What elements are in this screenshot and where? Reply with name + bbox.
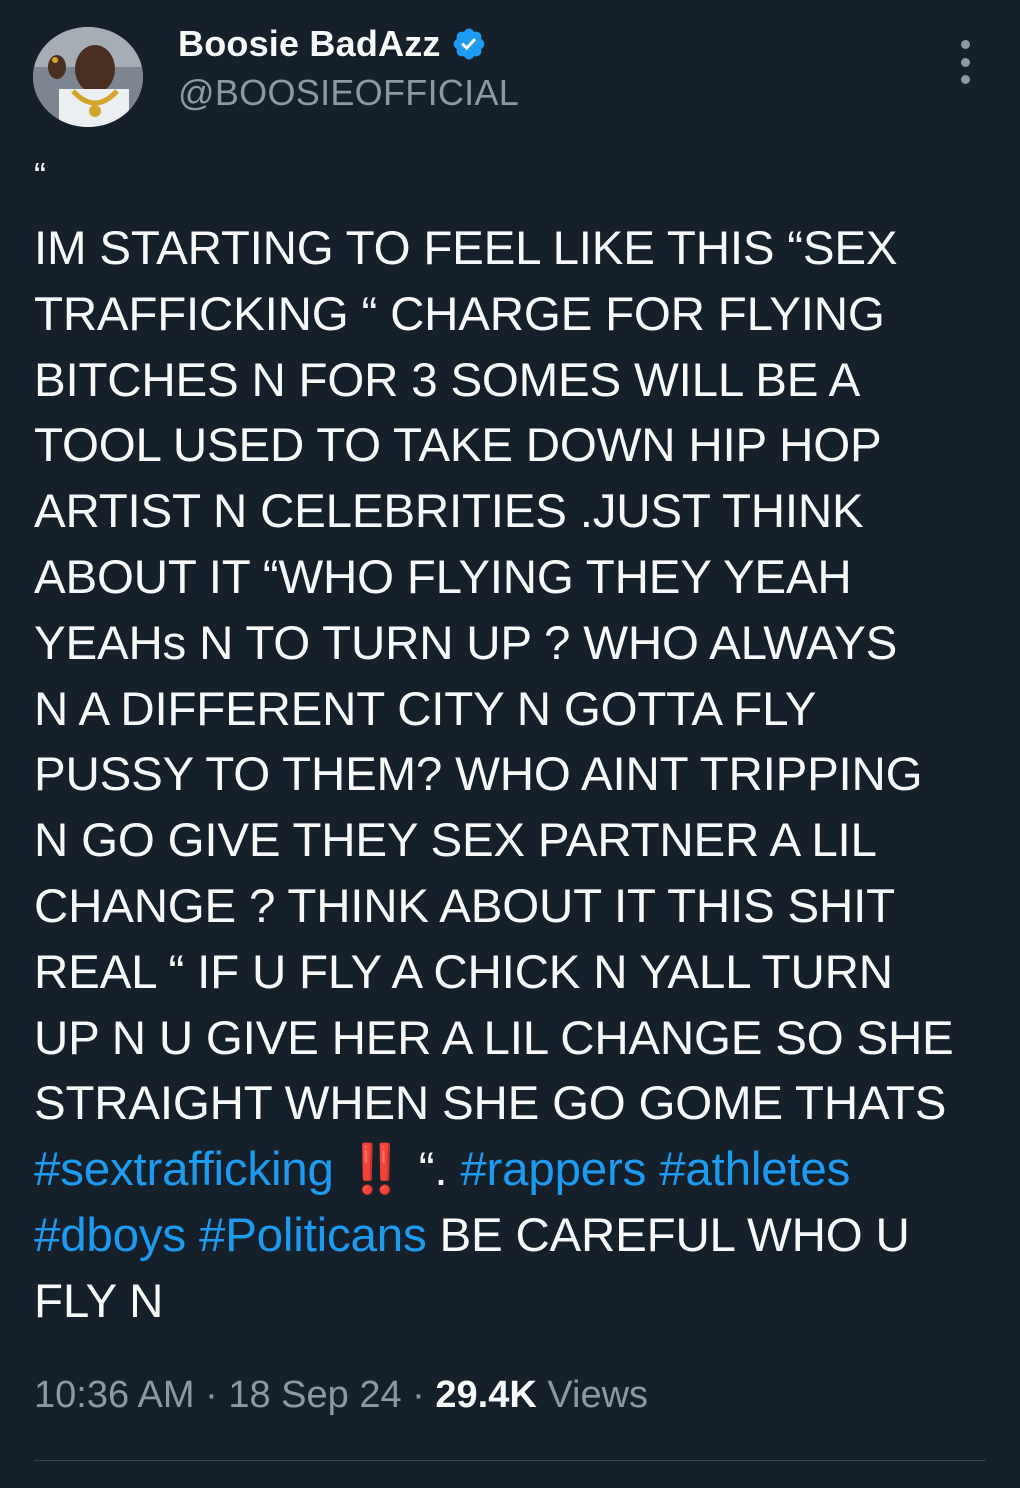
hashtag-link[interactable]: #rappers xyxy=(460,1143,646,1196)
tweet-line: N A DIFFERENT CITY N GOTTA FLY xyxy=(34,682,817,736)
divider xyxy=(34,1460,986,1461)
meta-separator: · xyxy=(194,1374,229,1416)
tweet-line: TRAFFICKING “ CHARGE FOR FLYING xyxy=(34,287,885,341)
more-options-icon[interactable] xyxy=(950,40,980,84)
avatar[interactable] xyxy=(33,27,143,127)
tweet-line: ARTIST N CELEBRITIES .JUST THINK xyxy=(34,485,864,539)
hashtag-link[interactable]: #Politicans xyxy=(199,1209,427,1262)
hashtag-link[interactable]: #athletes xyxy=(659,1143,850,1196)
tweet-line: PUSSY TO THEM? WHO AINT TRIPPING xyxy=(34,748,923,802)
avatar-image xyxy=(33,27,143,127)
quote-mark: “ xyxy=(34,155,46,196)
tweet-line-hashtags: #sextrafficking ‼️ “. #rappers #athletes xyxy=(34,1137,984,1203)
tweet-line: BITCHES N FOR 3 SOMES WILL BE A xyxy=(34,353,861,407)
user-handle[interactable]: @BOOSIEOFFICIAL xyxy=(178,72,519,114)
views-label: Views xyxy=(536,1374,649,1416)
tweet-line: TOOL USED TO TAKE DOWN HIP HOP xyxy=(34,419,882,473)
tweet-time[interactable]: 10:36 AM xyxy=(34,1374,195,1416)
author-name-row[interactable]: Boosie BadAzz xyxy=(178,22,487,66)
tweet-meta: 10:36 AM · 18 Sep 24 · 29.4K Views xyxy=(34,1374,648,1417)
verified-badge-icon xyxy=(453,28,485,60)
hashtag-link[interactable]: #dboys xyxy=(34,1209,186,1262)
tweet-line: STRAIGHT WHEN SHE GO GOME THATS xyxy=(34,1077,947,1131)
tweet-text-fragment: BE CAREFUL WHO U xyxy=(426,1208,910,1262)
meta-separator: · xyxy=(401,1374,436,1416)
tweet-line: N GO GIVE THEY SEX PARTNER A LIL xyxy=(34,814,877,868)
tweet-line: UP N U GIVE HER A LIL CHANGE SO SHE xyxy=(34,1011,954,1065)
tweet-text: IM STARTING TO FEEL LIKE THIS “SEX TRAFF… xyxy=(34,216,984,1335)
hashtag-link[interactable]: #sextrafficking xyxy=(34,1143,334,1196)
display-name[interactable]: Boosie BadAzz xyxy=(178,23,441,65)
dot xyxy=(960,57,970,67)
tweet-date[interactable]: 18 Sep 24 xyxy=(228,1374,401,1416)
tweet-line: FLY N xyxy=(34,1274,164,1328)
tweet-line: ABOUT IT “WHO FLYING THEY YEAH xyxy=(34,550,852,604)
tweet-line: IM STARTING TO FEEL LIKE THIS “SEX xyxy=(34,222,898,275)
tweet-line-hashtags: #dboys #Politicans BE CAREFUL WHO U xyxy=(34,1203,984,1269)
tweet-text-fragment: “. xyxy=(405,1143,461,1197)
dot xyxy=(960,75,970,84)
views-count: 29.4K xyxy=(435,1374,537,1416)
tweet: Boosie BadAzz @BOOSIEOFFICIAL “ IM START… xyxy=(0,0,1020,1488)
dot xyxy=(960,40,970,49)
double-exclamation-icon: ‼️ xyxy=(346,1143,406,1197)
tweet-line: CHANGE ? THINK ABOUT IT THIS SHIT xyxy=(34,879,895,933)
tweet-line: YEAHs N TO TURN UP ? WHO ALWAYS xyxy=(34,616,898,670)
tweet-line: REAL “ IF U FLY A CHICK N YALL TURN xyxy=(34,945,893,999)
